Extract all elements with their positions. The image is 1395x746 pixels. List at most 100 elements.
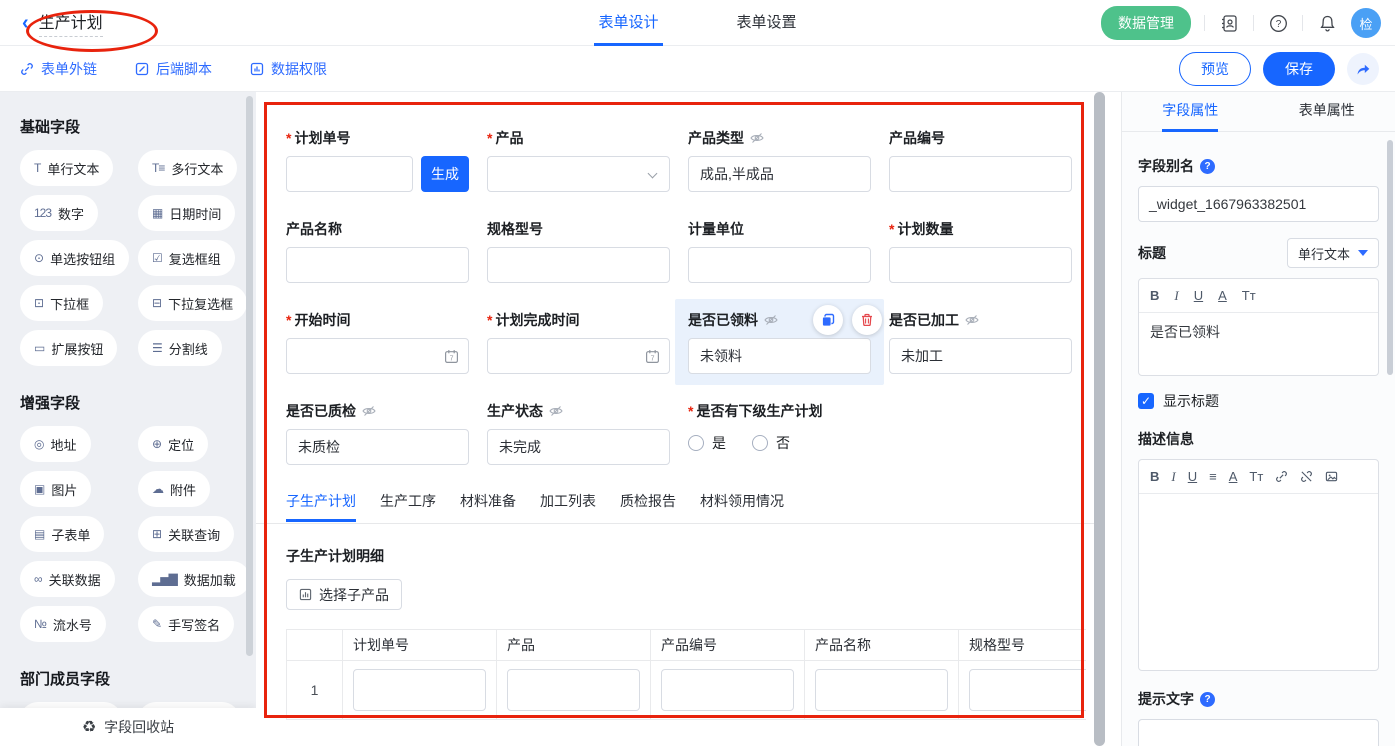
radio-option-no[interactable]: 否 [752, 433, 790, 453]
sidebar-item-image[interactable]: ▣图片 [20, 471, 91, 507]
subtab-material-usage[interactable]: 材料领用情况 [700, 491, 784, 522]
start-time-input[interactable]: 7 [286, 338, 469, 374]
plan-qty-input[interactable] [889, 247, 1072, 283]
backend-script-action[interactable]: 后端脚本 [135, 59, 212, 79]
font-color-icon[interactable]: A [1218, 288, 1227, 303]
subtab-quality-report[interactable]: 质检报告 [620, 491, 676, 522]
share-button[interactable] [1347, 53, 1379, 85]
help-circle-icon[interactable]: ? [1200, 159, 1215, 174]
title-type-select[interactable]: 单行文本 [1287, 238, 1379, 268]
sidebar-item-related-query[interactable]: ⊞关联查询 [138, 516, 234, 552]
save-button[interactable]: 保存 [1263, 52, 1335, 86]
field-has-sub-plan[interactable]: *是否有下级生产计划 是 否 [688, 401, 1072, 465]
unlink-icon[interactable] [1300, 470, 1313, 483]
checkbox-checked-icon[interactable]: ✓ [1138, 393, 1154, 409]
quality-checked-input[interactable]: 未质检 [286, 429, 469, 465]
unit-input[interactable] [688, 247, 871, 283]
product-code-input[interactable] [889, 156, 1072, 192]
radio-option-yes[interactable]: 是 [688, 433, 726, 453]
align-icon[interactable]: ≡ [1209, 469, 1217, 484]
field-processed[interactable]: 是否已加工 未加工 [889, 310, 1072, 374]
field-product-code[interactable]: 产品编号 [889, 128, 1072, 192]
link-icon[interactable] [1275, 470, 1288, 483]
plan-finish-time-input[interactable]: 7 [487, 338, 670, 374]
field-quality-checked[interactable]: 是否已质检 未质检 [286, 401, 469, 465]
row-product-input[interactable] [507, 669, 640, 711]
sidebar-item-number[interactable]: 123数字 [20, 195, 98, 231]
subtab-sub-production-plan[interactable]: 子生产计划 [286, 491, 356, 522]
sidebar-item-multi-dropdown[interactable]: ⊟下拉复选框 [138, 285, 247, 321]
canvas-scrollbar[interactable] [1094, 92, 1105, 746]
field-material-received-selected[interactable]: 是否已领料 未领料 [675, 299, 884, 385]
field-alias-input[interactable]: _widget_1667963382501 [1138, 186, 1379, 222]
sidebar-item-signature[interactable]: ✎手写签名 [138, 606, 234, 642]
field-product[interactable]: *产品 [487, 128, 670, 192]
tab-form-settings[interactable]: 表单设置 [733, 0, 801, 46]
font-color-icon[interactable]: A [1229, 469, 1238, 484]
field-recycle-bin[interactable]: ♻ 字段回收站 [0, 708, 256, 746]
insert-image-icon[interactable] [1325, 470, 1338, 483]
subtab-production-process[interactable]: 生产工序 [380, 491, 436, 522]
sidebar-item-address[interactable]: ◎地址 [20, 426, 91, 462]
data-permission-action[interactable]: 数据权限 [250, 59, 327, 79]
tab-field-properties[interactable]: 字段属性 [1122, 92, 1259, 131]
data-manage-button[interactable]: 数据管理 [1101, 6, 1191, 40]
sidebar-item-datetime[interactable]: ▦日期时间 [138, 195, 235, 231]
processed-input[interactable]: 未加工 [889, 338, 1072, 374]
font-size-icon[interactable]: Tт [1242, 288, 1256, 303]
sidebar-item-data-load[interactable]: ▂▅▇数据加载 [138, 561, 250, 597]
row-spec-model-input[interactable] [969, 669, 1086, 711]
hint-text-input[interactable] [1138, 719, 1379, 746]
field-unit[interactable]: 计量单位 [688, 219, 871, 283]
field-spec-model[interactable]: 规格型号 [487, 219, 670, 283]
external-link-action[interactable]: 表单外链 [20, 59, 97, 79]
spec-model-input[interactable] [487, 247, 670, 283]
field-product-name[interactable]: 产品名称 [286, 219, 469, 283]
product-select[interactable] [487, 156, 670, 192]
field-plan-no[interactable]: *计划单号 生成 [286, 128, 469, 192]
page-title[interactable]: 生产计划 [39, 9, 103, 37]
material-received-input[interactable]: 未领料 [688, 338, 871, 374]
sidebar-item-attachment[interactable]: ☁附件 [138, 471, 210, 507]
italic-icon[interactable]: I [1174, 288, 1178, 304]
row-plan-no-input[interactable] [353, 669, 486, 711]
help-circle-icon[interactable]: ? [1200, 692, 1215, 707]
row-product-name-input[interactable] [815, 669, 948, 711]
product-name-input[interactable] [286, 247, 469, 283]
sidebar-item-related-data[interactable]: ∞关联数据 [20, 561, 115, 597]
bold-icon[interactable]: B [1150, 469, 1159, 484]
plan-no-input[interactable] [286, 156, 413, 192]
underline-icon[interactable]: U [1194, 288, 1203, 303]
sidebar-item-location[interactable]: ⊕定位 [138, 426, 208, 462]
tab-form-design[interactable]: 表单设计 [594, 0, 662, 46]
field-plan-qty[interactable]: *计划数量 [889, 219, 1072, 283]
title-editor-content[interactable]: 是否已领料 [1139, 313, 1378, 375]
italic-icon[interactable]: I [1171, 469, 1175, 485]
sidebar-item-single-line-text[interactable]: T单行文本 [20, 150, 113, 186]
properties-scrollbar[interactable] [1387, 140, 1393, 375]
sidebar-item-subform[interactable]: ▤子表单 [20, 516, 104, 552]
sidebar-item-checkbox-group[interactable]: ☑复选框组 [138, 240, 235, 276]
production-status-input[interactable]: 未完成 [487, 429, 670, 465]
preview-button[interactable]: 预览 [1179, 52, 1251, 86]
product-type-input[interactable]: 成品,半成品 [688, 156, 871, 192]
subtab-material-preparation[interactable]: 材料准备 [460, 491, 516, 522]
bell-icon[interactable] [1316, 12, 1338, 34]
sidebar-item-extend-button[interactable]: ▭扩展按钮 [20, 330, 117, 366]
sidebar-scrollbar[interactable] [246, 96, 253, 656]
sidebar-item-multi-line-text[interactable]: T≡多行文本 [138, 150, 237, 186]
field-start-time[interactable]: *开始时间 7 [286, 310, 469, 374]
description-editor-content[interactable] [1139, 494, 1378, 670]
help-icon[interactable]: ? [1267, 12, 1289, 34]
underline-icon[interactable]: U [1188, 469, 1197, 484]
row-product-code-input[interactable] [661, 669, 794, 711]
sidebar-item-dropdown[interactable]: ⊡下拉框 [20, 285, 103, 321]
show-title-checkbox-row[interactable]: ✓ 显示标题 [1138, 391, 1379, 411]
sidebar-item-divider[interactable]: ☰分割线 [138, 330, 222, 366]
delete-field-button[interactable] [852, 305, 882, 335]
copy-field-button[interactable] [813, 305, 843, 335]
subtab-processing-list[interactable]: 加工列表 [540, 491, 596, 522]
field-product-type[interactable]: 产品类型 成品,半成品 [688, 128, 871, 192]
avatar[interactable]: 检 [1351, 8, 1381, 38]
generate-button[interactable]: 生成 [421, 156, 469, 192]
